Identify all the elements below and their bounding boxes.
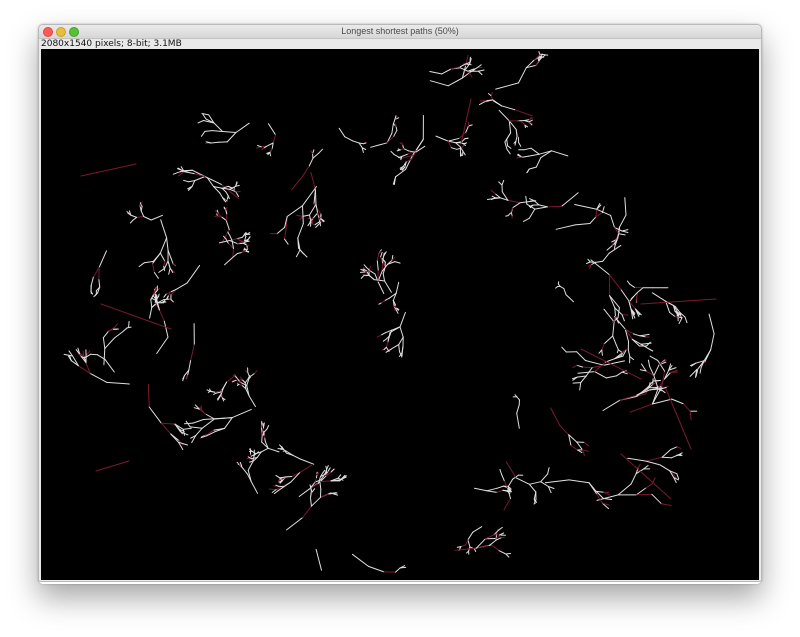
title-bar[interactable]: Longest shortest paths (50%) xyxy=(39,25,761,39)
image-info: 2080x1540 pixels; 8-bit; 3.1MB xyxy=(41,39,182,49)
image-window: Longest shortest paths (50%) 2080x1540 p… xyxy=(38,24,762,582)
image-canvas[interactable] xyxy=(41,49,759,580)
skeleton-image xyxy=(63,51,717,573)
window-title: Longest shortest paths (50%) xyxy=(341,26,459,36)
